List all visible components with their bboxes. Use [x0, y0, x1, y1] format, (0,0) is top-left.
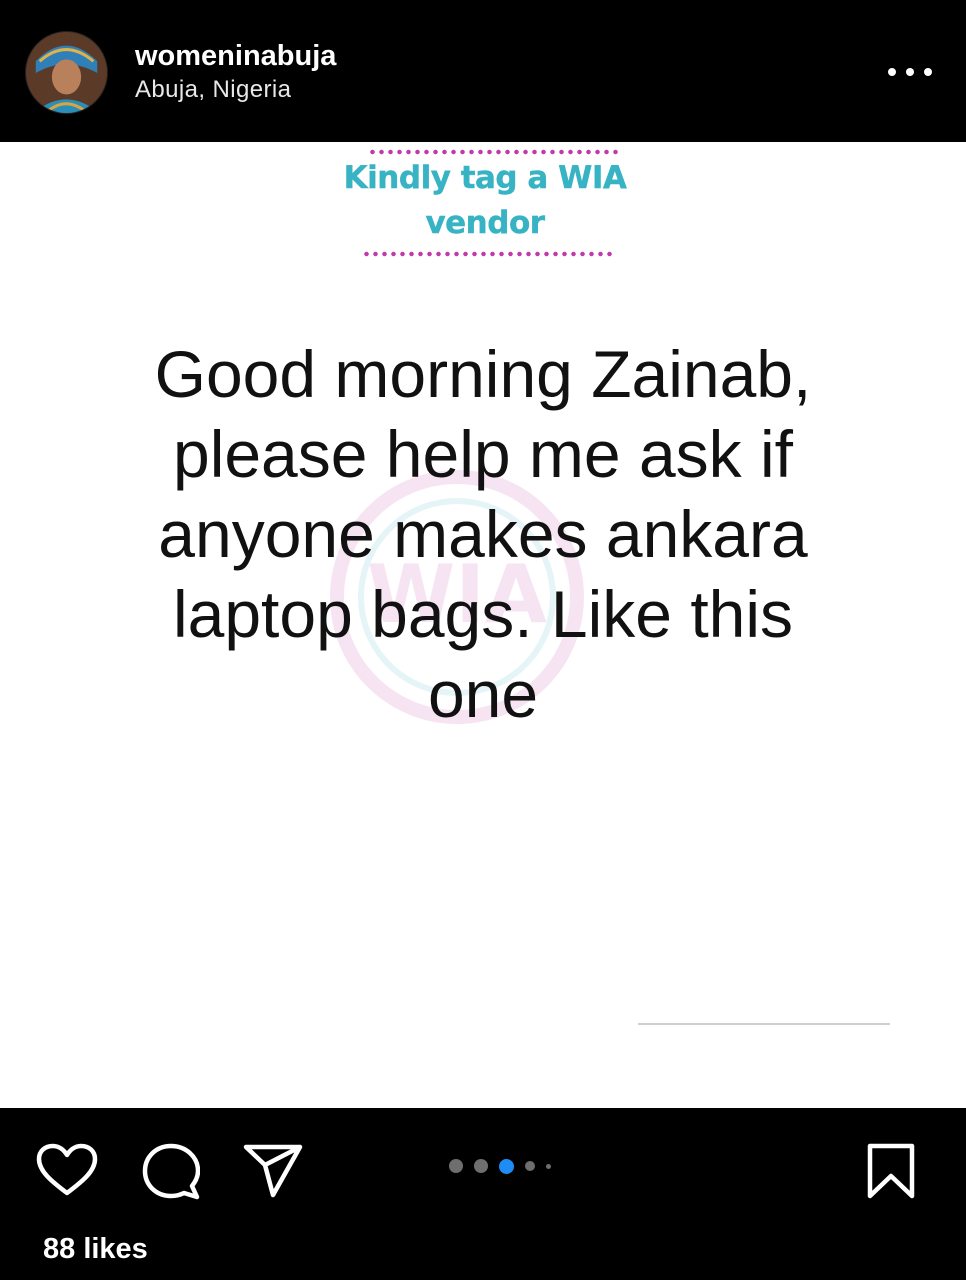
- message-line: anyone makes ankara: [158, 497, 808, 571]
- decorative-line: [638, 1023, 890, 1025]
- post-action-bar: 88 likes: [0, 1108, 966, 1280]
- carousel-indicator: [449, 1158, 562, 1174]
- heart-icon: [36, 1143, 98, 1196]
- message-line: please help me ask if: [172, 417, 793, 491]
- profile-avatar[interactable]: [25, 31, 108, 114]
- save-button[interactable]: [866, 1142, 916, 1200]
- dotted-divider-bottom: [362, 250, 612, 258]
- dotted-divider-top: [368, 148, 618, 156]
- tag-line-1: Kindly tag a WIA: [343, 160, 627, 196]
- more-horizontal-icon: [924, 68, 932, 76]
- message-line: one: [427, 657, 539, 731]
- more-horizontal-icon: [888, 68, 896, 76]
- message-line: laptop bags. Like this: [172, 577, 794, 651]
- tag-banner: Kindly tag a WIA vendor: [340, 148, 630, 258]
- instagram-post-view: womeninabuja Abuja, Nigeria Kindly tag a…: [0, 0, 966, 1280]
- carousel-dot: [449, 1159, 463, 1173]
- like-button[interactable]: [36, 1143, 98, 1197]
- location-link[interactable]: Abuja, Nigeria: [135, 74, 336, 106]
- carousel-dot-active: [499, 1158, 514, 1174]
- likes-count[interactable]: 88 likes: [43, 1232, 148, 1266]
- post-message: Good morning Zainab, please help me ask …: [100, 334, 866, 734]
- more-horizontal-icon: [906, 68, 914, 76]
- post-image[interactable]: Kindly tag a WIA vendor WIA Good morning…: [0, 142, 966, 1108]
- post-header: womeninabuja Abuja, Nigeria: [0, 0, 966, 142]
- user-block: womeninabuja Abuja, Nigeria: [135, 38, 336, 106]
- comment-button[interactable]: [142, 1142, 200, 1200]
- comment-bubble-icon: [142, 1143, 200, 1200]
- carousel-dot: [474, 1159, 488, 1173]
- message-line: Good morning Zainab,: [154, 337, 812, 411]
- avatar-image: [26, 32, 107, 113]
- share-button[interactable]: [243, 1143, 303, 1199]
- carousel-dot: [546, 1163, 551, 1169]
- tag-line-2: vendor: [425, 205, 545, 241]
- username[interactable]: womeninabuja: [135, 38, 336, 74]
- bookmark-icon: [867, 1143, 915, 1199]
- more-options-button[interactable]: [882, 58, 938, 86]
- carousel-dot: [525, 1161, 535, 1171]
- paper-plane-icon: [243, 1144, 303, 1198]
